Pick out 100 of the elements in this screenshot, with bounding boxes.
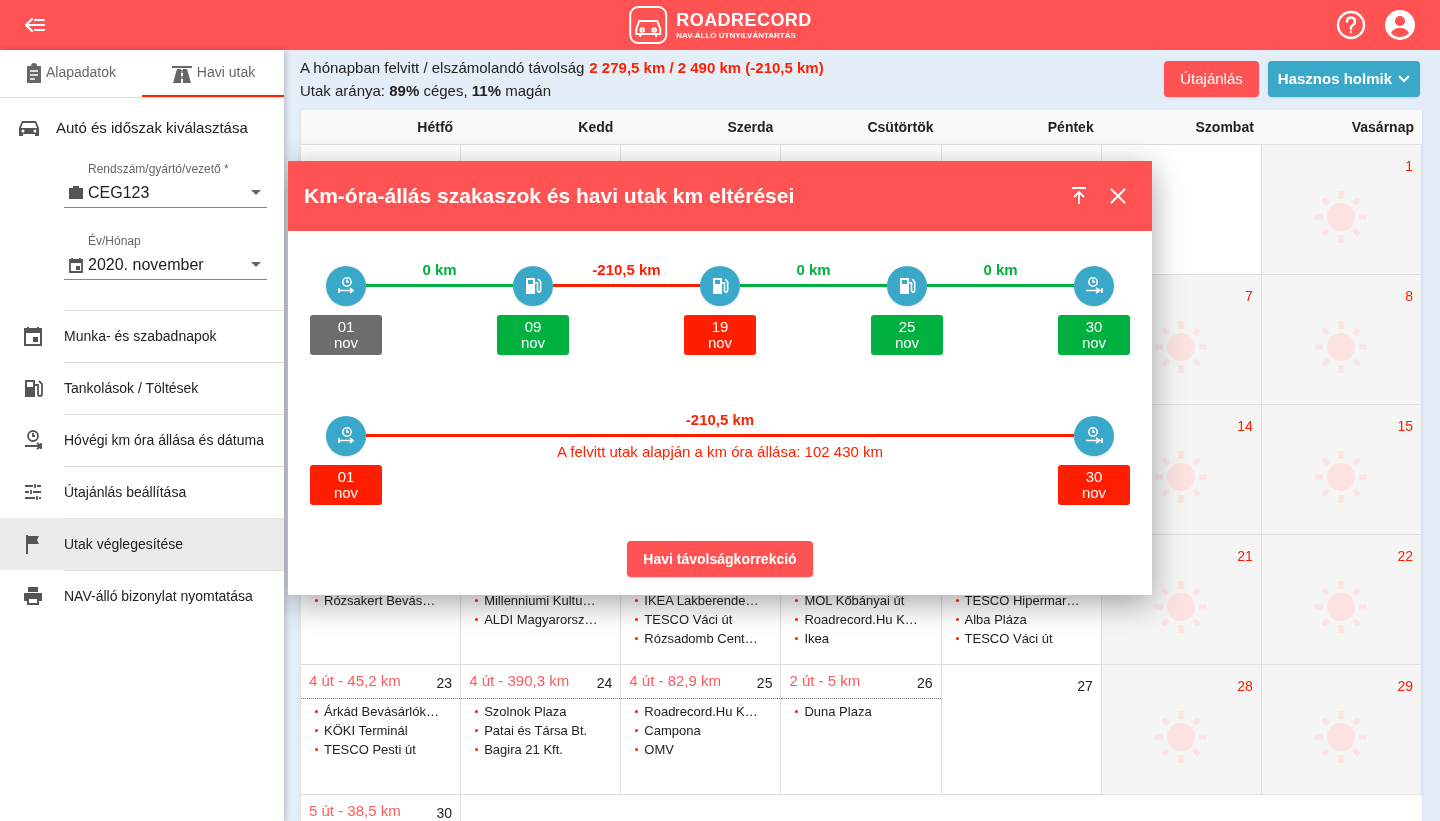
- calendar-icon: [22, 325, 44, 347]
- dialog-title: Km-óra-állás szakaszok és havi utak km eltérései: [304, 183, 795, 210]
- fuel-node[interactable]: [700, 266, 740, 306]
- trip-place[interactable]: TESCO Pesti út: [324, 739, 416, 760]
- section-title: Autó és időszak kiválasztása: [56, 117, 248, 138]
- day-number: 30: [436, 804, 453, 821]
- trip-place[interactable]: Roadrecord.Hu K…: [644, 701, 758, 722]
- trip-place[interactable]: TESCO Váci út: [644, 609, 733, 630]
- sidebar-item[interactable]: Munka- és szabadnapok: [0, 310, 284, 362]
- account-icon[interactable]: [1384, 9, 1416, 41]
- close-icon[interactable]: [1110, 188, 1126, 204]
- day-cell[interactable]: 4 út - 45,2 km 23 Árkád Bevásárlók… KÖKI Terminál TESCO Pesti út: [301, 665, 462, 795]
- day-cell[interactable]: 5 út - 38,5 km 30: [301, 795, 462, 821]
- trip-place[interactable]: Ikea: [804, 628, 829, 649]
- trip-place[interactable]: OMV: [644, 739, 674, 760]
- trip-place[interactable]: Árkád Bevásárlók…: [324, 701, 439, 722]
- clock-arrow-icon: [1084, 276, 1104, 296]
- trip-place[interactable]: Millenniumi Kultu…: [484, 590, 596, 611]
- date-badge: 01 nov: [310, 465, 382, 505]
- trip-place[interactable]: Rózsakert Bevás…: [324, 590, 436, 611]
- scroll-top-icon[interactable]: [1071, 187, 1087, 205]
- fuel-node[interactable]: [887, 266, 927, 306]
- weekend-day-cell[interactable]: 22: [1261, 535, 1422, 665]
- weekday-header: Péntek: [1047, 117, 1094, 137]
- weekend-day-cell[interactable]: 29: [1261, 665, 1422, 795]
- odometer-node[interactable]: [1074, 266, 1114, 306]
- trip-place[interactable]: IKEA Lakberende…: [644, 590, 759, 611]
- trip-place[interactable]: Bagira 21 Kft.: [484, 739, 563, 760]
- clock-arrow-icon: [22, 429, 44, 451]
- trip-place[interactable]: Campona: [644, 720, 701, 741]
- day-number: 7: [1245, 287, 1253, 306]
- day-cell[interactable]: 4 út - 82,9 km 25 Roadrecord.Hu K… Campona OMV: [621, 665, 782, 795]
- sidebar-item[interactable]: Útajánlás beállítása: [0, 466, 284, 518]
- logo-title: ROADRECORD: [676, 10, 812, 29]
- trip-place[interactable]: Szolnok Plaza: [484, 701, 567, 722]
- day-number: 15: [1397, 417, 1413, 436]
- trip-place[interactable]: TESCO Hipermar…: [964, 590, 1080, 611]
- day-cell[interactable]: 27: [941, 665, 1102, 795]
- trip-place[interactable]: Roadrecord.Hu K…: [804, 609, 918, 630]
- trip-summary: 2 út - 5 km: [789, 671, 861, 692]
- trip-place[interactable]: Patai és Társa Bt.: [484, 720, 588, 741]
- odometer-node[interactable]: [1074, 416, 1114, 456]
- weekend-day-cell[interactable]: 15: [1261, 405, 1422, 535]
- trip-place[interactable]: Rózsadomb Cent…: [644, 628, 758, 649]
- day-cell[interactable]: 4 út - 390,3 km 24 Szolnok Plaza Patai és Társa Bt. Bagira 21 Kft.: [461, 665, 622, 795]
- day-number: 21: [1237, 547, 1253, 566]
- fuel-node[interactable]: [513, 266, 553, 306]
- trip-ratio-text: Utak aránya: 89% céges, 11% magán: [300, 81, 553, 101]
- day-number: 29: [1397, 677, 1413, 696]
- weekday-header: Szerda: [727, 117, 774, 137]
- chevron-down-icon: [1398, 75, 1410, 83]
- sidebar-item[interactable]: Utak véglegesítése: [0, 518, 284, 570]
- trip-place[interactable]: MOL Kőbányai út: [804, 590, 905, 611]
- odometer-node[interactable]: [326, 266, 366, 306]
- date-badge: 30 nov: [1058, 465, 1130, 505]
- date-badge: 01 nov: [310, 315, 382, 355]
- day-number: 28: [1237, 677, 1253, 696]
- fuel-pump-icon: [22, 377, 44, 399]
- trip-place[interactable]: Alba Pláza: [964, 609, 1027, 630]
- trip-place[interactable]: ALDI Magyarorsz…: [484, 609, 598, 630]
- sidebar-item[interactable]: NAV-álló bizonylat nyomtatása: [0, 570, 284, 622]
- fuel-pump-icon: [523, 276, 543, 296]
- distance-summary-value: 2 279,5 km / 2 490 km (-210,5 km): [589, 58, 824, 78]
- help-icon[interactable]: [1336, 10, 1366, 40]
- weekday-header: Kedd: [578, 117, 614, 137]
- trip-place[interactable]: TESCO Váci út: [964, 628, 1053, 649]
- date-badge: 30 nov: [1058, 315, 1130, 355]
- odometer-note: A felvitt utak alapján a km óra állása: 102 430 km: [557, 442, 883, 462]
- select-field[interactable]: CEG123: [64, 178, 267, 208]
- dropdown-caret-icon: [251, 262, 261, 267]
- fuel-pump-icon: [710, 276, 730, 296]
- weekend-day-cell[interactable]: 8: [1261, 275, 1422, 405]
- select-value: CEG123: [88, 182, 150, 203]
- sidebar-tab[interactable]: Alapadatok: [0, 50, 142, 97]
- clock-arrow-icon: [336, 276, 356, 296]
- day-number: 27: [1077, 677, 1093, 696]
- trip-place[interactable]: Duna Plaza: [804, 701, 872, 722]
- briefcase-icon: [68, 184, 84, 201]
- clock-arrow-icon: [336, 426, 356, 446]
- sidebar-item[interactable]: Hóvégi km óra állása és dátuma: [0, 414, 284, 466]
- distance-label: 0 km: [983, 261, 1018, 279]
- weekday-header: Hétfő: [417, 117, 454, 137]
- select-field[interactable]: 2020. november: [64, 250, 267, 280]
- trip-place[interactable]: KÖKI Terminál: [324, 720, 408, 741]
- fuel-pump-icon: [897, 276, 917, 296]
- field-label: Rendszám/gyártó/vezető *: [87, 161, 230, 178]
- field-label: Év/Hónap: [87, 232, 142, 250]
- day-number: 8: [1405, 287, 1413, 306]
- day-number: 22: [1397, 547, 1413, 566]
- clock-arrow-icon: [1084, 426, 1104, 446]
- distance-label: 0 km: [796, 261, 831, 279]
- back-menu-icon[interactable]: [24, 16, 46, 34]
- weekend-day-cell[interactable]: 1: [1261, 145, 1422, 275]
- day-number: 14: [1237, 417, 1253, 436]
- odometer-node[interactable]: [326, 416, 366, 456]
- sliders-icon: [22, 481, 44, 503]
- day-cell[interactable]: 2 út - 5 km 26 Duna Plaza: [781, 665, 942, 795]
- day-number: 23: [436, 674, 453, 693]
- sidebar-item[interactable]: Tankolások / Töltések: [0, 362, 284, 414]
- weekend-day-cell[interactable]: 28: [1101, 665, 1262, 795]
